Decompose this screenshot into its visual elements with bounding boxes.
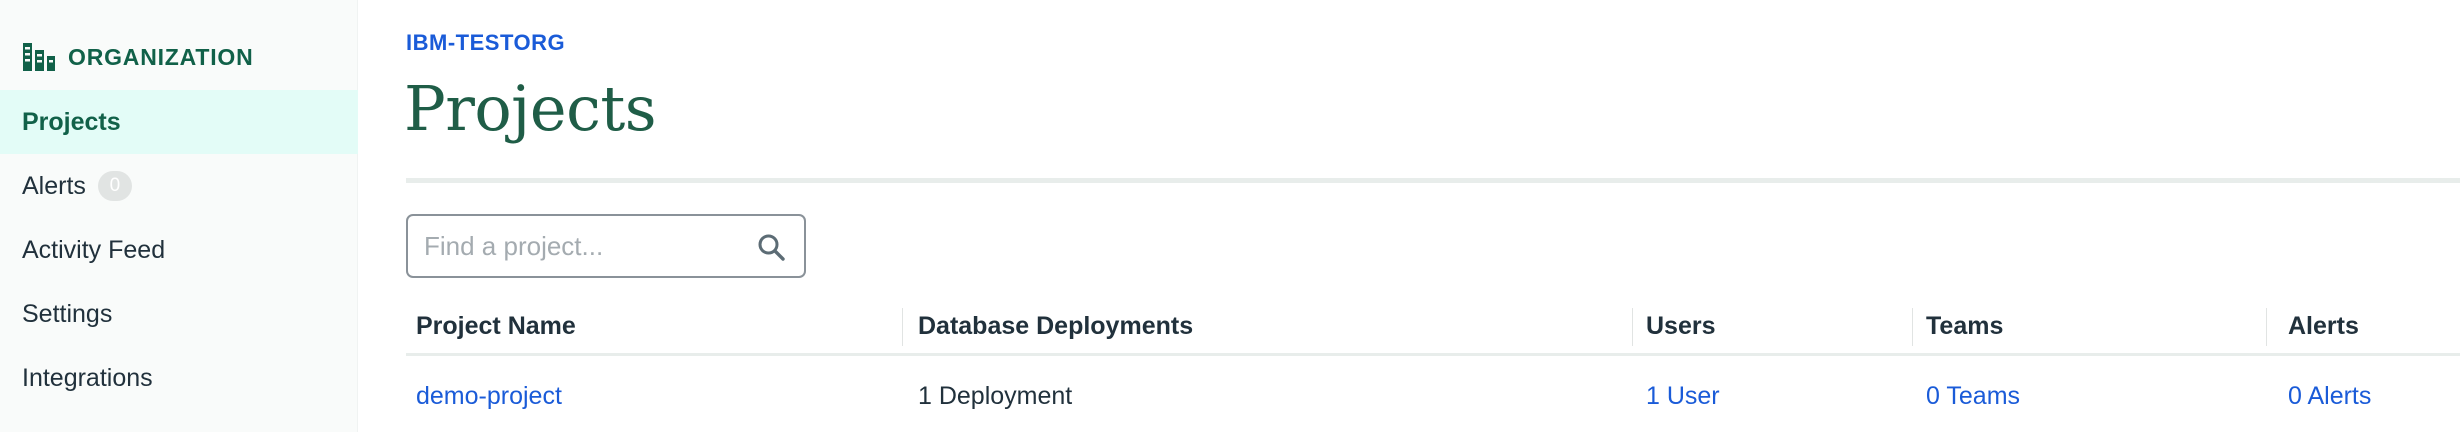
sidebar-item-activity-feed[interactable]: Activity Feed bbox=[0, 218, 358, 282]
sidebar-item-integrations[interactable]: Integrations bbox=[0, 346, 358, 410]
column-separator bbox=[2266, 308, 2267, 346]
column-header-alerts[interactable]: Alerts bbox=[2288, 296, 2359, 356]
users-link[interactable]: 1 User bbox=[1646, 356, 1720, 432]
project-name-link[interactable]: demo-project bbox=[416, 356, 562, 432]
column-header-project-name[interactable]: Project Name bbox=[416, 296, 576, 356]
sidebar-item-settings[interactable]: Settings bbox=[0, 282, 358, 346]
column-separator bbox=[1632, 308, 1633, 346]
column-separator bbox=[902, 308, 903, 346]
organization-building-icon bbox=[23, 43, 55, 71]
projects-table: Project Name Database Deployments Users … bbox=[406, 296, 2460, 432]
column-header-users[interactable]: Users bbox=[1646, 296, 1716, 356]
sidebar-item-projects[interactable]: Projects bbox=[0, 90, 358, 154]
teams-link[interactable]: 0 Teams bbox=[1926, 356, 2020, 432]
column-separator bbox=[1912, 308, 1913, 346]
page-title: Projects bbox=[404, 72, 657, 145]
deployments-cell: 1 Deployment bbox=[918, 381, 1073, 410]
search-icon[interactable] bbox=[756, 232, 786, 262]
title-divider bbox=[406, 178, 2460, 183]
sidebar: ORGANIZATION Projects Alerts 0 Activity … bbox=[0, 0, 358, 432]
project-search-box bbox=[406, 214, 806, 278]
org-header: ORGANIZATION bbox=[22, 42, 254, 72]
alerts-link[interactable]: 0 Alerts bbox=[2288, 356, 2371, 432]
sidebar-item-alerts[interactable]: Alerts 0 bbox=[0, 154, 358, 218]
alerts-count-badge: 0 bbox=[97, 171, 132, 201]
sidebar-item-label: Integrations bbox=[22, 363, 153, 392]
sidebar-item-label: Alerts bbox=[22, 171, 86, 200]
app-window: ORGANIZATION Projects Alerts 0 Activity … bbox=[0, 0, 2460, 432]
column-header-database-deployments[interactable]: Database Deployments bbox=[918, 296, 1193, 356]
search-input[interactable] bbox=[408, 217, 738, 275]
sidebar-item-label: Projects bbox=[22, 107, 121, 136]
column-header-teams[interactable]: Teams bbox=[1926, 296, 2003, 356]
breadcrumb-org-link[interactable]: IBM-TESTORG bbox=[406, 30, 565, 56]
main-content: IBM-TESTORG Projects Project Name Databa… bbox=[358, 0, 2460, 432]
sidebar-item-label: Settings bbox=[22, 299, 113, 328]
table-row: demo-project 1 Deployment 1 User 0 Teams… bbox=[406, 356, 2460, 432]
sidebar-item-label: Activity Feed bbox=[22, 235, 166, 264]
table-header-row: Project Name Database Deployments Users … bbox=[406, 296, 2460, 356]
org-label: ORGANIZATION bbox=[68, 43, 254, 70]
